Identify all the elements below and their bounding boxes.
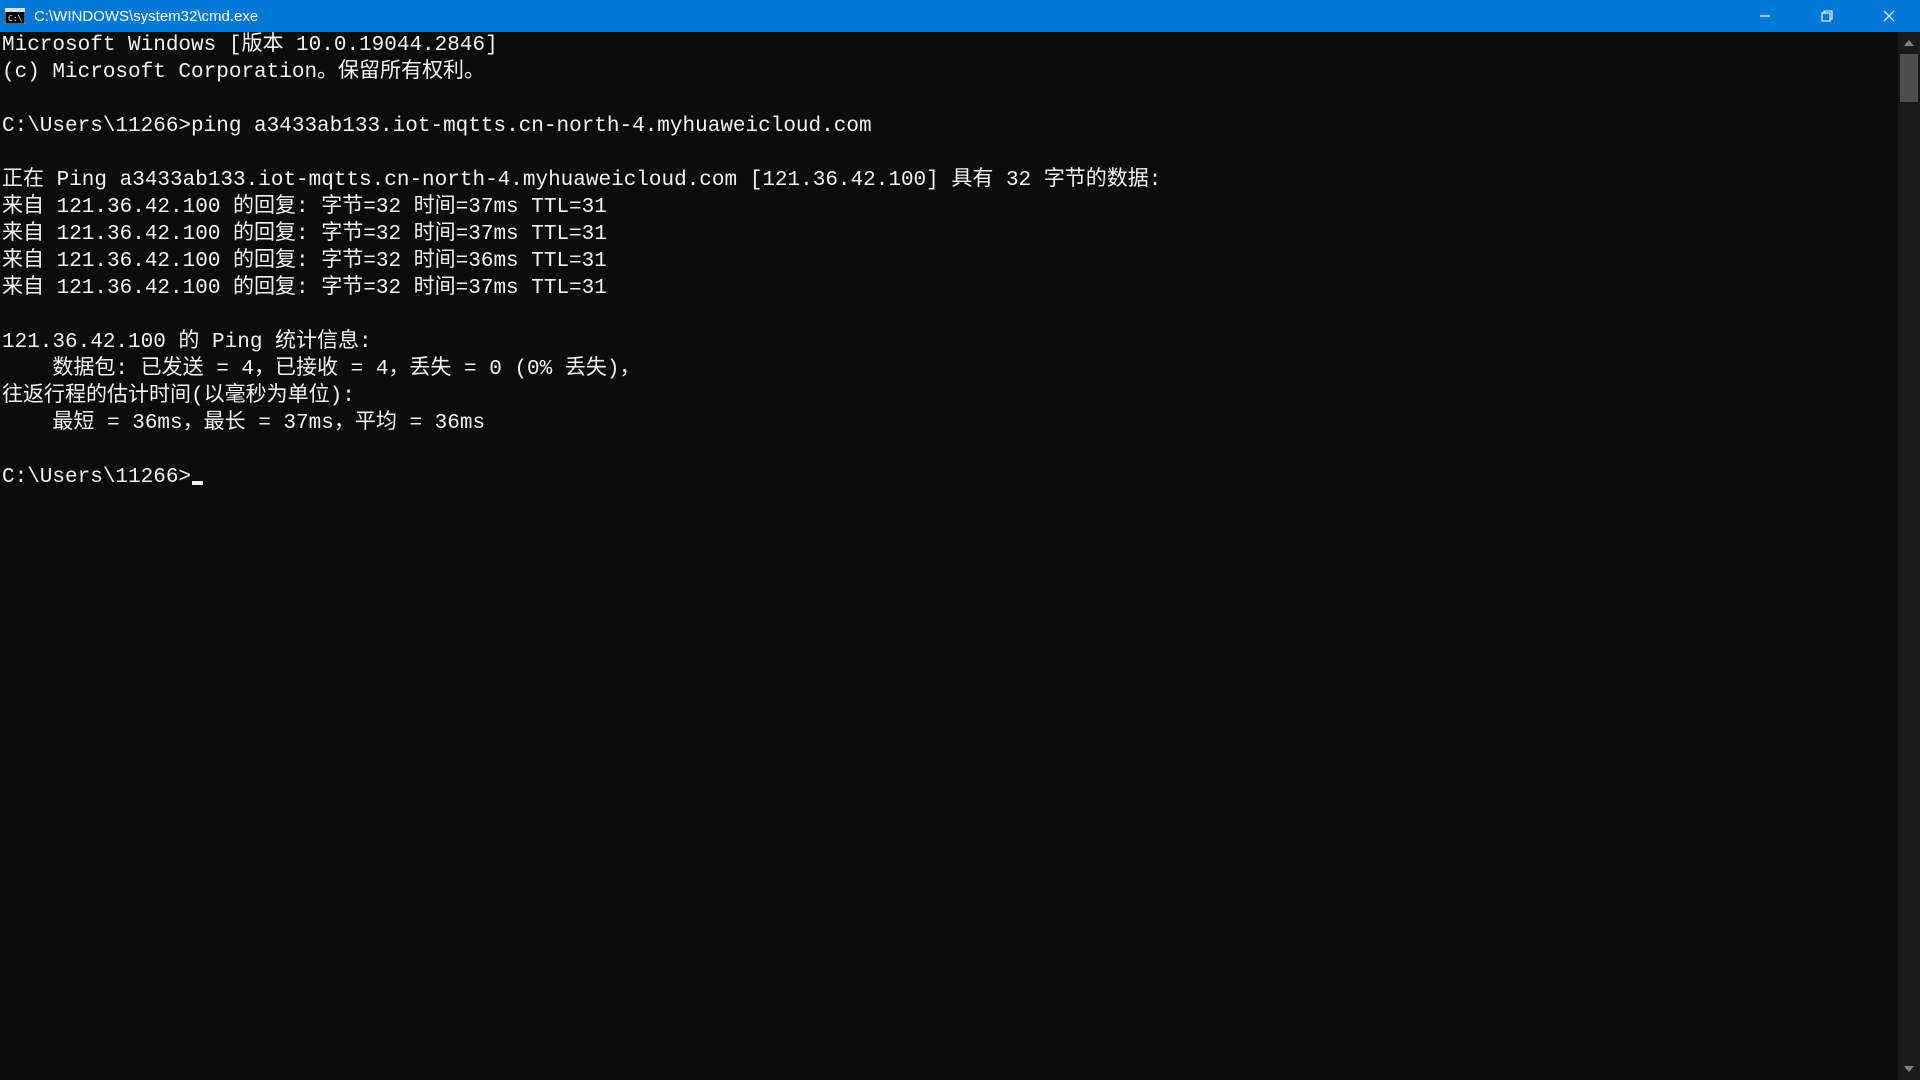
prompt-path: C:\Users\11266> — [2, 115, 191, 138]
scroll-up-arrow-icon[interactable] — [1898, 32, 1920, 54]
ping-rtt-values: 最短 = 36ms，最长 = 37ms，平均 = 36ms — [2, 412, 485, 435]
client-area: Microsoft Windows [版本 10.0.19044.2846] (… — [0, 32, 1920, 1080]
scroll-down-arrow-icon[interactable] — [1898, 1058, 1920, 1080]
window-title: C:\WINDOWS\system32\cmd.exe — [34, 8, 1734, 25]
window-controls — [1734, 0, 1920, 32]
terminal-output[interactable]: Microsoft Windows [版本 10.0.19044.2846] (… — [0, 32, 1898, 1080]
vertical-scrollbar[interactable] — [1898, 32, 1920, 1080]
ping-stats-header: 121.36.42.100 的 Ping 统计信息: — [2, 331, 372, 354]
prompt-path: C:\Users\11266> — [2, 466, 191, 489]
ping-reply-line: 来自 121.36.42.100 的回复: 字节=32 时间=36ms TTL=… — [2, 250, 607, 273]
entered-command: ping a3433ab133.iot-mqtts.cn-north-4.myh… — [191, 115, 872, 138]
minimize-button[interactable] — [1734, 0, 1796, 32]
title-bar[interactable]: C:\ C:\WINDOWS\system32\cmd.exe — [0, 0, 1920, 32]
ping-stats-packets: 数据包: 已发送 = 4，已接收 = 4，丢失 = 0 (0% 丢失)， — [2, 358, 640, 381]
cmd-icon: C:\ — [4, 7, 26, 25]
scrollbar-track[interactable] — [1898, 54, 1920, 1058]
ping-header-line: 正在 Ping a3433ab133.iot-mqtts.cn-north-4.… — [2, 169, 1161, 192]
scrollbar-thumb[interactable] — [1900, 54, 1918, 102]
close-button[interactable] — [1858, 0, 1920, 32]
ping-reply-line: 来自 121.36.42.100 的回复: 字节=32 时间=37ms TTL=… — [2, 277, 607, 300]
ping-rtt-header: 往返行程的估计时间(以毫秒为单位): — [2, 385, 355, 408]
copyright-line: (c) Microsoft Corporation。保留所有权利。 — [2, 61, 485, 84]
ping-reply-line: 来自 121.36.42.100 的回复: 字节=32 时间=37ms TTL=… — [2, 223, 607, 246]
os-version-line: Microsoft Windows [版本 10.0.19044.2846] — [2, 34, 498, 57]
maximize-button[interactable] — [1796, 0, 1858, 32]
ping-reply-line: 来自 121.36.42.100 的回复: 字节=32 时间=37ms TTL=… — [2, 196, 607, 219]
svg-text:C:\: C:\ — [8, 14, 23, 23]
text-cursor — [192, 481, 203, 485]
